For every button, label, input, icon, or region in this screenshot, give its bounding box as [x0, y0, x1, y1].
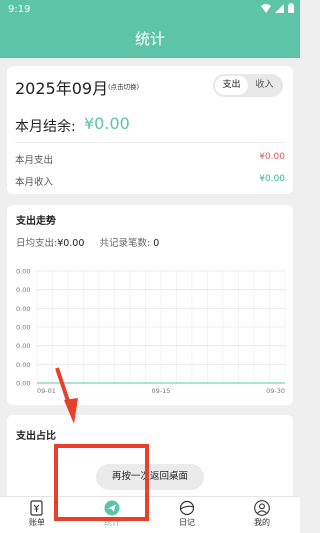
- x-tick-label: 09-01: [37, 387, 56, 395]
- tab-stats-label: 统计: [104, 518, 120, 527]
- y-tick-label: 0.00: [16, 286, 30, 294]
- trend-title: 支出走势: [16, 216, 56, 227]
- daily-avg-label: 日均支出:: [16, 238, 58, 249]
- toast-message: 再按一次返回桌面: [96, 464, 204, 490]
- tab-mine[interactable]: 我的: [242, 500, 282, 528]
- tab-bill-label: 账单: [29, 518, 45, 527]
- trend-card: 支出走势 日均支出:¥0.00 共记录笔数: 0 0.00 0.00 0.00 0.0…: [7, 205, 293, 405]
- bottom-nav: 账单 统计 日记 我的: [0, 496, 300, 533]
- type-toggle: 支出 收入: [213, 74, 283, 97]
- send-icon: [104, 500, 120, 516]
- wifi-icon: [261, 3, 271, 13]
- y-tick-label: 0.00: [16, 361, 30, 369]
- tab-stats[interactable]: 统计: [92, 500, 132, 528]
- trend-stats: 日均支出:¥0.00 共记录笔数: 0: [16, 235, 159, 249]
- status-time: 9:19: [8, 4, 31, 15]
- expense-label: 本月支出: [15, 155, 54, 166]
- x-tick-label: 09-30: [266, 387, 285, 395]
- income-row: 本月收入 ¥0.00: [15, 174, 285, 188]
- daily-avg-value: ¥0.00: [57, 238, 85, 249]
- tab-bill[interactable]: 账单: [17, 500, 57, 528]
- planet-icon: [179, 500, 195, 516]
- expense-value: ¥0.00: [259, 152, 285, 162]
- signal-icon: [275, 3, 284, 13]
- share-card: 支出占比: [7, 415, 293, 505]
- page-title: 统计: [134, 30, 165, 48]
- app-header: 统计: [0, 20, 300, 58]
- toggle-expense[interactable]: 支出: [215, 76, 248, 95]
- month-hint[interactable]: (点击切换): [108, 81, 139, 91]
- share-title: 支出占比: [16, 431, 56, 442]
- balance-label: 本月结余:: [15, 119, 76, 135]
- status-bar: 9:19: [0, 0, 300, 20]
- record-count-value: 0: [153, 238, 160, 249]
- tab-diary-label: 日记: [179, 518, 195, 527]
- y-tick-label: 0.00: [16, 268, 30, 276]
- divider: [15, 142, 285, 143]
- y-tick-label: 0.00: [16, 305, 30, 313]
- battery-icon: [288, 3, 294, 13]
- tab-diary[interactable]: 日记: [167, 500, 207, 528]
- tab-mine-label: 我的: [254, 518, 270, 527]
- income-value: ¥0.00: [259, 174, 285, 184]
- y-tick-label: 0.00: [16, 324, 30, 332]
- y-tick-label: 0.00: [16, 342, 30, 350]
- x-tick-label: 09-15: [152, 387, 171, 395]
- status-icons: [261, 3, 294, 13]
- y-tick-label: 0.00: [16, 380, 30, 388]
- record-count-label: 共记录笔数:: [99, 238, 151, 249]
- income-label: 本月收入: [15, 177, 54, 188]
- toggle-income[interactable]: 收入: [248, 76, 281, 95]
- summary-card: 2025年09月 (点击切换) 支出 收入 本月结余: ¥0.00 本月支出 ¥…: [7, 66, 293, 194]
- expense-row: 本月支出 ¥0.00: [15, 152, 285, 166]
- month-selector[interactable]: 2025年09月: [15, 75, 108, 99]
- user-icon: [254, 500, 270, 516]
- bill-icon: [30, 500, 43, 516]
- balance-value: ¥0.00: [84, 114, 130, 133]
- trend-chart: 0.00 0.00 0.00 0.00 0.00 0.00 0.00 09-01 09-15 09…: [16, 268, 286, 395]
